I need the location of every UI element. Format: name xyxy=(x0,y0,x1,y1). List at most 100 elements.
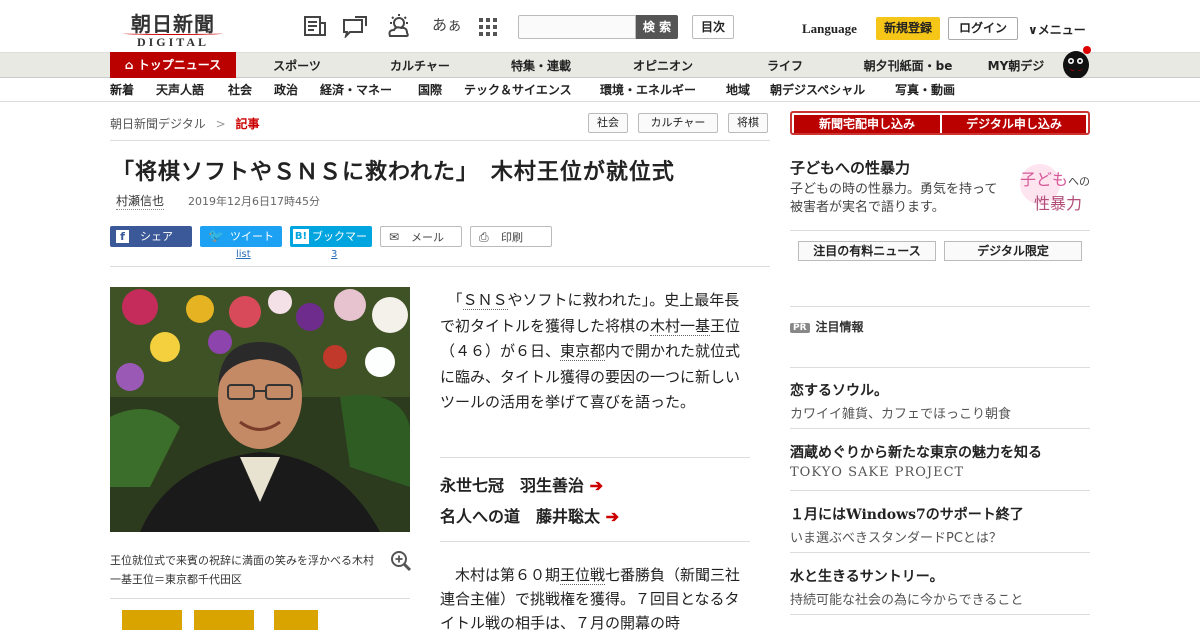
arrow-right-icon: ➔ xyxy=(605,507,619,526)
mail-share-button[interactable]: ✉ メール xyxy=(380,226,462,247)
ad-description: 持続可能な社会の為に今からできること xyxy=(790,593,1024,608)
ad-title[interactable]: 酒蔵めぐりから新たな東京の魅力を知る xyxy=(790,442,1042,462)
tab-digital-only[interactable]: デジタル限定 xyxy=(944,241,1082,261)
nav-my-asahi[interactable]: MY朝デジ xyxy=(984,53,1048,79)
related-link-habu[interactable]: 永世七冠 羽生善治 ➔ xyxy=(440,472,603,496)
search-button[interactable]: 検 索 xyxy=(636,15,678,39)
ad-title[interactable]: １月にはWindows7のサポート終了 xyxy=(790,504,1024,524)
grid-menu-icon[interactable] xyxy=(478,14,498,38)
feature-image[interactable]: 子ども への 性暴力 xyxy=(1012,162,1092,214)
twitter-count[interactable]: list xyxy=(236,249,251,260)
tweet-label: ツイート xyxy=(230,230,274,243)
mail-bubble-icon[interactable] xyxy=(342,14,368,38)
bookmark-label: ブックマーク xyxy=(312,230,367,264)
mail-icon: ✉ xyxy=(389,230,400,244)
related-link-fujii[interactable]: 名人への道 藤井聡太 ➔ xyxy=(440,503,619,527)
share-label: シェア xyxy=(140,230,173,243)
index-button[interactable]: 目次 xyxy=(692,15,734,39)
divider xyxy=(110,266,770,267)
pr-label: 注目情報 xyxy=(815,320,864,334)
photo-thumbnail[interactable] xyxy=(194,610,254,630)
nav-politics[interactable]: 政治 xyxy=(274,78,298,102)
article-title: 「将棋ソフトやＳＮＳに救われた」 木村王位が就位式 xyxy=(112,159,675,185)
hatena-bookmark-button[interactable]: B! ブックマーク xyxy=(290,226,372,264)
print-label: 印刷 xyxy=(501,231,523,244)
keyword-link[interactable]: ＳＮＳ xyxy=(462,291,508,310)
nav-international[interactable]: 国際 xyxy=(418,78,442,102)
divider xyxy=(110,598,410,599)
article-lead: 「ＳＮＳやソフトに救われた」。史上最年長で初タイトルを獲得した将棋の木村一基王位… xyxy=(440,288,752,416)
nav-special[interactable]: 朝デジスペシャル xyxy=(770,78,865,102)
nav-photo[interactable]: 写真・動画 xyxy=(895,78,955,102)
nav-tech[interactable]: テック＆サイエンス xyxy=(464,78,572,102)
nav-sports[interactable]: スポーツ xyxy=(262,53,332,79)
photo-illustration xyxy=(110,287,410,532)
nav-latest[interactable]: 新着 xyxy=(110,78,134,102)
ad-description: いま選ぶべきスタンダードPCとは？ xyxy=(790,531,1002,546)
language-link[interactable]: Language xyxy=(802,21,857,37)
divider xyxy=(790,552,1090,553)
facebook-share-button[interactable]: f シェア xyxy=(110,226,192,247)
site-header: 朝日新聞 DIGITAL あぁ 検 索 目次 Language 新規登録 ログイ… xyxy=(0,0,1200,52)
article-author[interactable]: 村瀬信也 xyxy=(116,192,165,210)
tag-shogi[interactable]: 将棋 xyxy=(728,113,768,133)
tag-society[interactable]: 社会 xyxy=(588,113,628,133)
divider xyxy=(790,614,1090,615)
print-button[interactable]: ⎙ 印刷 xyxy=(470,226,552,247)
keyword-link[interactable]: 王位戦 xyxy=(560,566,606,585)
feature-title[interactable]: 子どもへの性暴力 xyxy=(790,157,910,178)
nav-life[interactable]: ライフ xyxy=(758,53,812,79)
facebook-icon: f xyxy=(116,230,129,243)
twitter-share-button[interactable]: 🐦 ツイート xyxy=(200,226,282,247)
divider xyxy=(790,230,1090,231)
newspaper-icon[interactable] xyxy=(302,14,328,38)
register-button[interactable]: 新規登録 xyxy=(876,17,940,40)
feature-image-text: 性暴力 xyxy=(1034,194,1083,213)
nav-opinion[interactable]: オピニオン xyxy=(624,53,702,79)
nav-region[interactable]: 地域 xyxy=(726,78,750,102)
related-label: 永世七冠 羽生善治 xyxy=(440,476,585,495)
mascot-icon xyxy=(1063,46,1091,79)
breadcrumb-home[interactable]: 朝日新聞デジタル xyxy=(110,117,206,131)
asahi-logo[interactable]: 朝日新聞 DIGITAL xyxy=(118,8,228,49)
photo-thumbnail[interactable] xyxy=(122,610,182,630)
keyword-link[interactable]: 木村一基 xyxy=(650,316,711,336)
photo-thumbnail[interactable] xyxy=(274,610,318,630)
arrow-right-icon: ➔ xyxy=(589,476,603,495)
ad-description: カワイイ雑貨、カフェでほっこり朝食 xyxy=(790,407,1012,422)
tab-paid-news[interactable]: 注目の有料ニュース xyxy=(798,241,936,261)
ad-title[interactable]: 恋するソウル。 xyxy=(790,380,888,400)
nav-paper[interactable]: 朝夕刊紙面・be xyxy=(856,53,960,79)
breadcrumb-separator: > xyxy=(215,117,226,131)
search-input[interactable] xyxy=(518,15,636,39)
article-photo[interactable] xyxy=(110,287,410,532)
zoom-icon[interactable] xyxy=(390,550,412,572)
nav-label: トップニュース xyxy=(137,58,222,72)
twitter-icon: 🐦 xyxy=(208,229,225,244)
login-button[interactable]: ログイン xyxy=(948,17,1018,40)
keyword-link[interactable]: 東京都 xyxy=(560,342,606,361)
nav-culture[interactable]: カルチャー xyxy=(380,53,460,79)
article-date: 2019年12月6日17時45分 xyxy=(188,195,320,208)
nav-tenseijingo[interactable]: 天声人語 xyxy=(156,78,204,102)
font-size-toggle[interactable]: あぁ xyxy=(432,14,462,35)
nav-top-news[interactable]: ⌂ トップニュース xyxy=(110,52,236,79)
nav-economy[interactable]: 経済・マネー xyxy=(320,78,392,102)
newspaper-subscribe-button[interactable]: 新聞宅配申し込み xyxy=(794,115,940,133)
breadcrumb: 朝日新聞デジタル > 記事 xyxy=(110,115,260,132)
tag-culture[interactable]: カルチャー xyxy=(638,113,718,133)
divider xyxy=(790,428,1090,429)
digital-subscribe-button[interactable]: デジタル申し込み xyxy=(942,115,1086,133)
related-label: 名人への道 藤井聡太 xyxy=(440,507,601,526)
subscribe-box: 新聞宅配申し込み デジタル申し込み xyxy=(790,111,1090,135)
secondary-nav: 新着 天声人語 社会 政治 経済・マネー 国際 テック＆サイエンス 環境・エネル… xyxy=(0,78,1200,102)
nav-environment[interactable]: 環境・エネルギー xyxy=(600,78,696,102)
menu-button[interactable]: ∨メニュー xyxy=(1028,21,1086,38)
lead-text: 「 xyxy=(440,291,463,309)
ad-description: TOKYO SAKE PROJECT xyxy=(790,465,965,480)
nav-society[interactable]: 社会 xyxy=(228,78,252,102)
ad-title[interactable]: 水と生きるサントリー。 xyxy=(790,566,944,586)
hatena-count[interactable]: 3 xyxy=(331,249,337,260)
weather-icon[interactable] xyxy=(386,14,412,38)
nav-features[interactable]: 特集・連載 xyxy=(500,53,582,79)
